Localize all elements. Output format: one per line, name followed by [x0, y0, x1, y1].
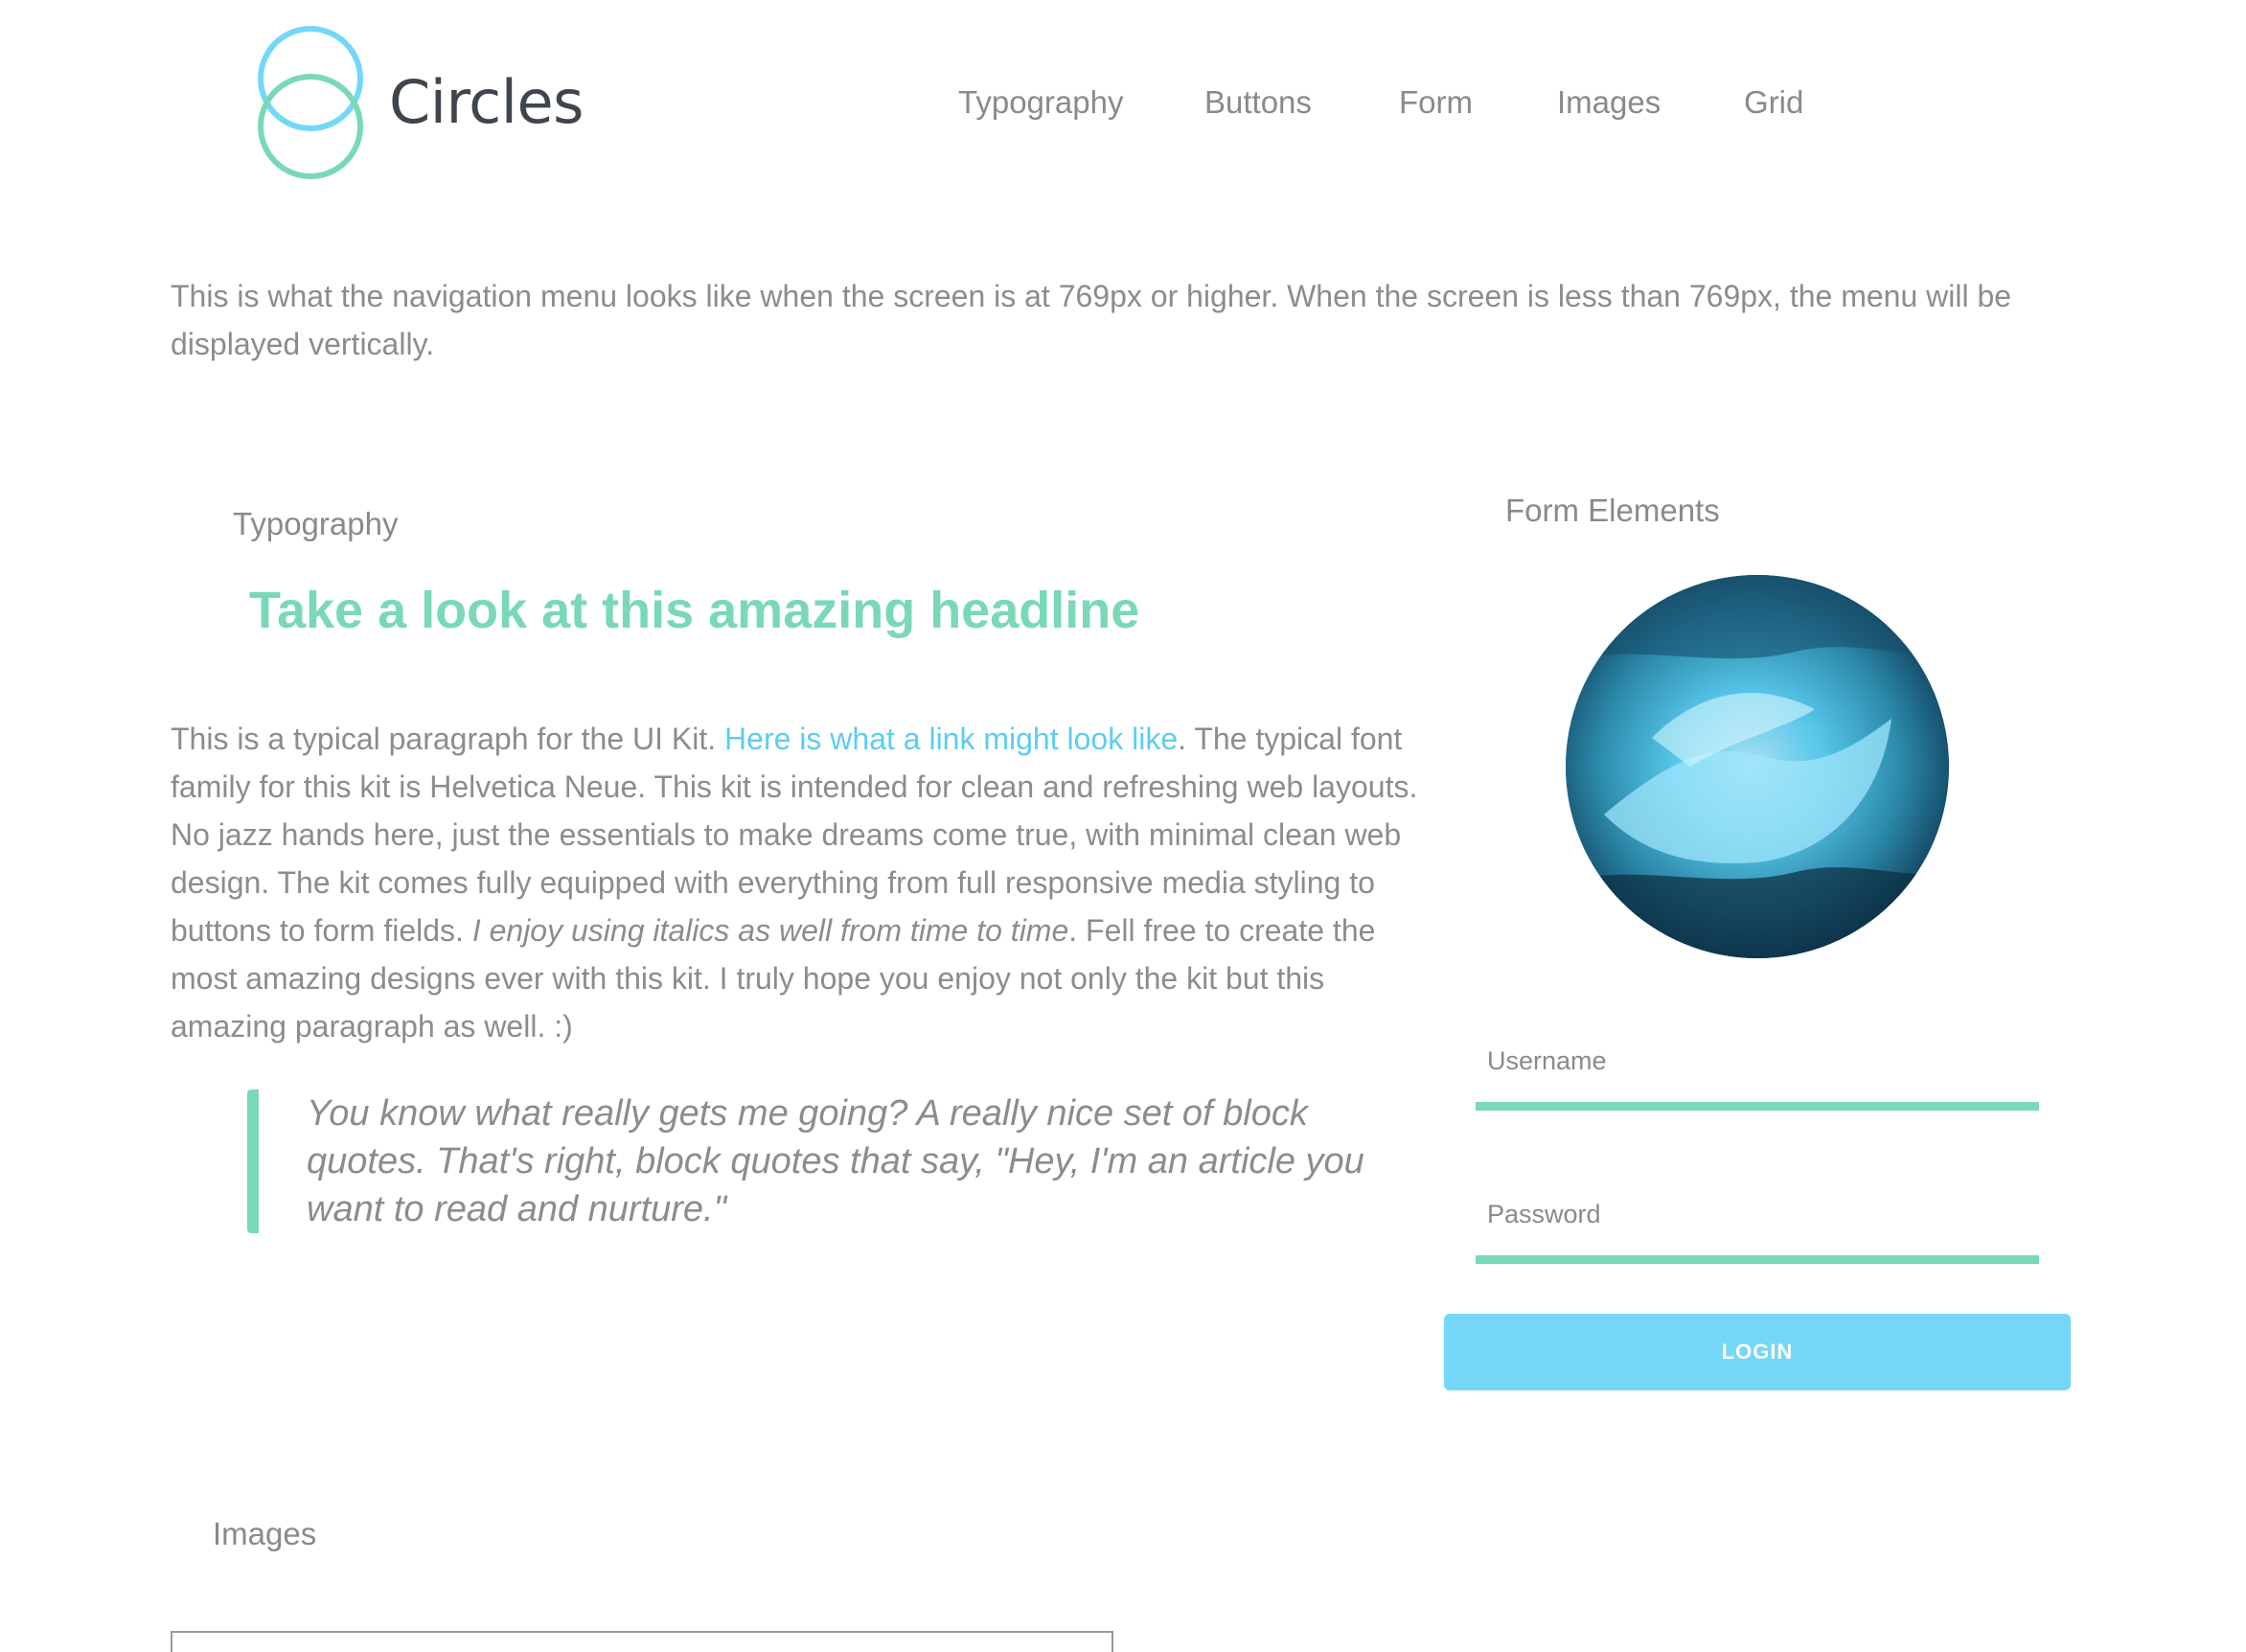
nav-item-buttons[interactable]: Buttons — [1204, 84, 1312, 121]
sample-link[interactable]: Here is what a link might look like — [724, 722, 1178, 756]
paragraph-italic-text: I enjoy using italics as well from time … — [471, 913, 1069, 948]
block-quote: You know what really gets me going? A re… — [247, 1090, 1399, 1233]
navigation-note: This is what the navigation menu looks l… — [171, 279, 2012, 361]
password-underline — [1476, 1255, 2039, 1264]
nav-item-form[interactable]: Form — [1399, 84, 1473, 121]
nav-item-images[interactable]: Images — [1557, 84, 1661, 121]
paragraph-text: This is a typical paragraph for the UI K… — [171, 722, 725, 756]
section-title-form-elements: Form Elements — [1505, 493, 1720, 528]
typography-paragraph: This is a typical paragraph for the UI K… — [171, 715, 1435, 1050]
password-input[interactable] — [1476, 1202, 2043, 1253]
main-navigation: Typography Buttons Form Images Grid — [0, 84, 2246, 126]
ocean-wave-image — [1566, 575, 1949, 958]
page-headline: Take a look at this amazing headline — [249, 582, 1140, 639]
section-title-images: Images — [213, 1516, 317, 1551]
nav-item-grid[interactable]: Grid — [1744, 84, 1803, 121]
image-frame — [171, 1631, 1113, 1652]
login-button[interactable]: LOGIN — [1444, 1314, 2071, 1390]
username-underline — [1476, 1102, 2039, 1111]
section-title-typography: Typography — [233, 506, 399, 541]
username-input[interactable] — [1476, 1048, 2043, 1100]
nav-item-typography[interactable]: Typography — [958, 84, 1123, 121]
